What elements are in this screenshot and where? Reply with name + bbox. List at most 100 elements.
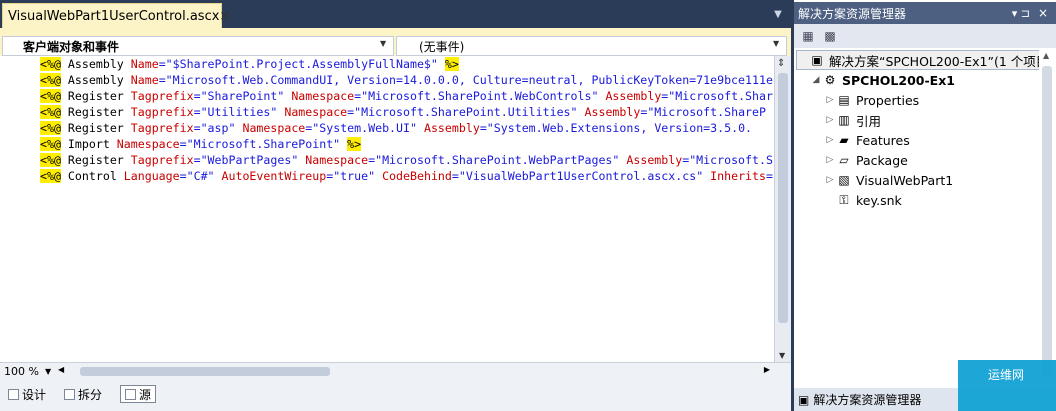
code-token: ="Utilities" <box>193 105 278 119</box>
scroll-down-icon[interactable]: ▼ <box>779 351 785 360</box>
scroll-right-icon[interactable]: ▶ <box>764 365 770 374</box>
code-token: Assembly <box>584 105 641 119</box>
code-token: Assembly <box>60 57 131 71</box>
code-line: <%@ Register Tagprefix="asp" Namespace="… <box>40 120 773 136</box>
tree-item-label: Features <box>856 132 910 148</box>
split-handle-icon[interactable]: ⇕ <box>777 58 785 69</box>
code-token: ="Microsoft.SharePoint" <box>179 137 341 151</box>
code-line: <%@ Assembly Name="Microsoft.Web.Command… <box>40 72 773 88</box>
tree-item[interactable]: ◢ ⚙ SPCHOL200-Ex1 <box>810 70 955 90</box>
solution-tree: ▣ 解决方案“SPCHOL200-Ex1”(1 个项目) ◢ ⚙ SPCHOL200-E… <box>794 48 1056 388</box>
key-file-icon: ⚿ <box>839 192 849 207</box>
expand-arrow-icon[interactable]: ▷ <box>824 175 836 185</box>
code-token: Name <box>130 73 159 87</box>
tree-item-label: SPCHOL200-Ex1 <box>842 72 955 88</box>
package-icon: ▱ <box>839 153 849 167</box>
scroll-thumb[interactable] <box>778 73 788 323</box>
code-token: ="$SharePoint.Project.AssemblyFullName$" <box>158 57 438 71</box>
tree-item[interactable]: ▷ ▧ VisualWebPart1 <box>824 170 954 190</box>
zoom-value: 100 % <box>4 365 39 378</box>
solution-explorer-pane: 解决方案资源管理器 ▾ ⊐ × ▦ ▩ ▣ 解决方案“SPCHOL200-Ex1”… <box>794 0 1056 411</box>
zoom-selector[interactable]: 100 % ▼ <box>4 364 54 379</box>
editor-vertical-scrollbar[interactable]: ⇕ ▼ <box>774 56 791 362</box>
tree-item[interactable]: ⚿ key.snk <box>824 190 901 210</box>
show-all-files-icon[interactable]: ▩ <box>822 28 838 44</box>
code-line: <%@ Import Namespace="Microsoft.SharePoi… <box>40 136 773 152</box>
tree-item[interactable]: ▷ ▤ Properties <box>824 90 920 110</box>
editor-bottom-bar: 100 % ▼ ◀ ▶ <box>0 362 791 380</box>
code-token: ="Microsoft.SharePoint.Utilities" <box>347 105 578 119</box>
code-token: Register <box>60 121 131 135</box>
project-icon: ⚙ <box>824 73 836 87</box>
watermark-text: 运维网 <box>988 368 1025 382</box>
code-token: Name <box>130 57 159 71</box>
code-line: <%@ Control Language="C#" AutoEventWireu… <box>40 168 773 184</box>
pin-icon[interactable]: ▾ ⊐ <box>1012 7 1030 20</box>
code-token: ="Microsoft.Web.CommandUI, Version=14.0.… <box>158 73 773 87</box>
code-token: ="Microsoft.Shar <box>661 89 773 103</box>
tree-item[interactable]: ▷ ▱ Package <box>824 150 908 170</box>
editor-horizontal-scrollbar[interactable]: ◀ ▶ <box>58 365 770 378</box>
features-icon: ▰ <box>839 133 849 147</box>
tree-item-label: VisualWebPart1 <box>856 172 954 188</box>
code-token: ="asp" <box>193 121 236 135</box>
expand-arrow-icon[interactable]: ▷ <box>824 155 836 165</box>
code-token: ="Microsoft.S <box>682 153 773 167</box>
code-token: Namespace <box>284 105 348 119</box>
close-icon[interactable]: × <box>1038 6 1048 20</box>
chevron-down-icon: ▼ <box>44 367 52 376</box>
view-mode-tabs: 设计 拆分 源 <box>0 380 791 411</box>
expand-arrow-icon[interactable]: ◢ <box>810 75 822 85</box>
properties-icon: ▤ <box>838 93 850 107</box>
tree-item[interactable]: ▷ ▥ 引用 <box>824 110 881 130</box>
tab-list-dropdown-icon[interactable]: ▼ <box>772 10 784 20</box>
code-token: Inherits <box>710 169 766 183</box>
expand-arrow-icon[interactable]: ▷ <box>824 95 836 105</box>
code-token: Namespace <box>305 153 369 167</box>
code-token: ="C#" <box>179 169 215 183</box>
solution-explorer-title: 解决方案资源管理器 <box>798 6 907 21</box>
code-token: ="true" <box>326 169 376 183</box>
solution-icon: ▣ <box>811 53 823 67</box>
code-token: ="System.Web.UI" <box>305 121 417 135</box>
code-token: Tagprefix <box>130 89 194 103</box>
client-objects-events-combo[interactable]: 客户端对象和事件 ▼ <box>2 36 394 56</box>
explorer-vertical-scrollbar[interactable]: ▲ <box>1039 48 1056 388</box>
tab-split[interactable]: 拆分 <box>64 385 102 403</box>
tab-design[interactable]: 设计 <box>8 385 46 403</box>
code-token: Control <box>60 169 124 183</box>
close-icon[interactable]: × <box>219 9 230 24</box>
directive-delimiter: <%@ <box>40 89 61 103</box>
tree-item[interactable]: ▣ 解决方案“SPCHOL200-Ex1”(1 个项目) <box>796 50 1055 70</box>
scroll-thumb[interactable] <box>80 367 330 376</box>
scroll-left-icon[interactable]: ◀ <box>58 365 64 374</box>
code-line: <%@ Register Tagprefix="SharePoint" Name… <box>40 88 773 104</box>
tree-item-label: Package <box>856 152 908 168</box>
code-token: Assembly <box>423 121 480 135</box>
solution-explorer-title-bar: 解决方案资源管理器 ▾ ⊐ × <box>794 2 1056 24</box>
expand-arrow-icon[interactable]: ▷ <box>824 115 836 125</box>
events-combo[interactable]: (无事件) ▼ <box>396 36 787 56</box>
code-token: Register <box>60 105 131 119</box>
expand-arrow-icon[interactable]: ▷ <box>824 135 836 145</box>
navigation-bar: 客户端对象和事件 ▼ (无事件) ▼ <box>0 28 791 56</box>
code-text-area[interactable]: <%@ Assembly Name="$SharePoint.Project.A… <box>0 56 774 362</box>
code-token: Namespace <box>116 137 180 151</box>
code-token: Register <box>60 89 131 103</box>
scroll-up-icon[interactable]: ▲ <box>1043 51 1049 60</box>
tab-source[interactable]: 源 <box>120 385 157 403</box>
tab-source-label: 源 <box>139 387 152 402</box>
directive-delimiter: <%@ <box>40 57 61 71</box>
scroll-thumb[interactable] <box>1042 66 1052 376</box>
code-line: <%@ Assembly Name="$SharePoint.Project.A… <box>40 56 773 72</box>
directive-delimiter: <%@ <box>40 73 61 87</box>
code-token: Assembly <box>60 73 131 87</box>
properties-icon[interactable]: ▦ <box>800 28 816 44</box>
code-token: ="Microsoft.SharePoint.WebControls" <box>354 89 599 103</box>
tab-split-label: 拆分 <box>78 387 103 402</box>
tree-item[interactable]: ▷ ▰ Features <box>824 130 910 150</box>
document-tab[interactable]: VisualWebPart1UserControl.ascx × <box>2 3 230 28</box>
code-token: = <box>766 169 773 183</box>
